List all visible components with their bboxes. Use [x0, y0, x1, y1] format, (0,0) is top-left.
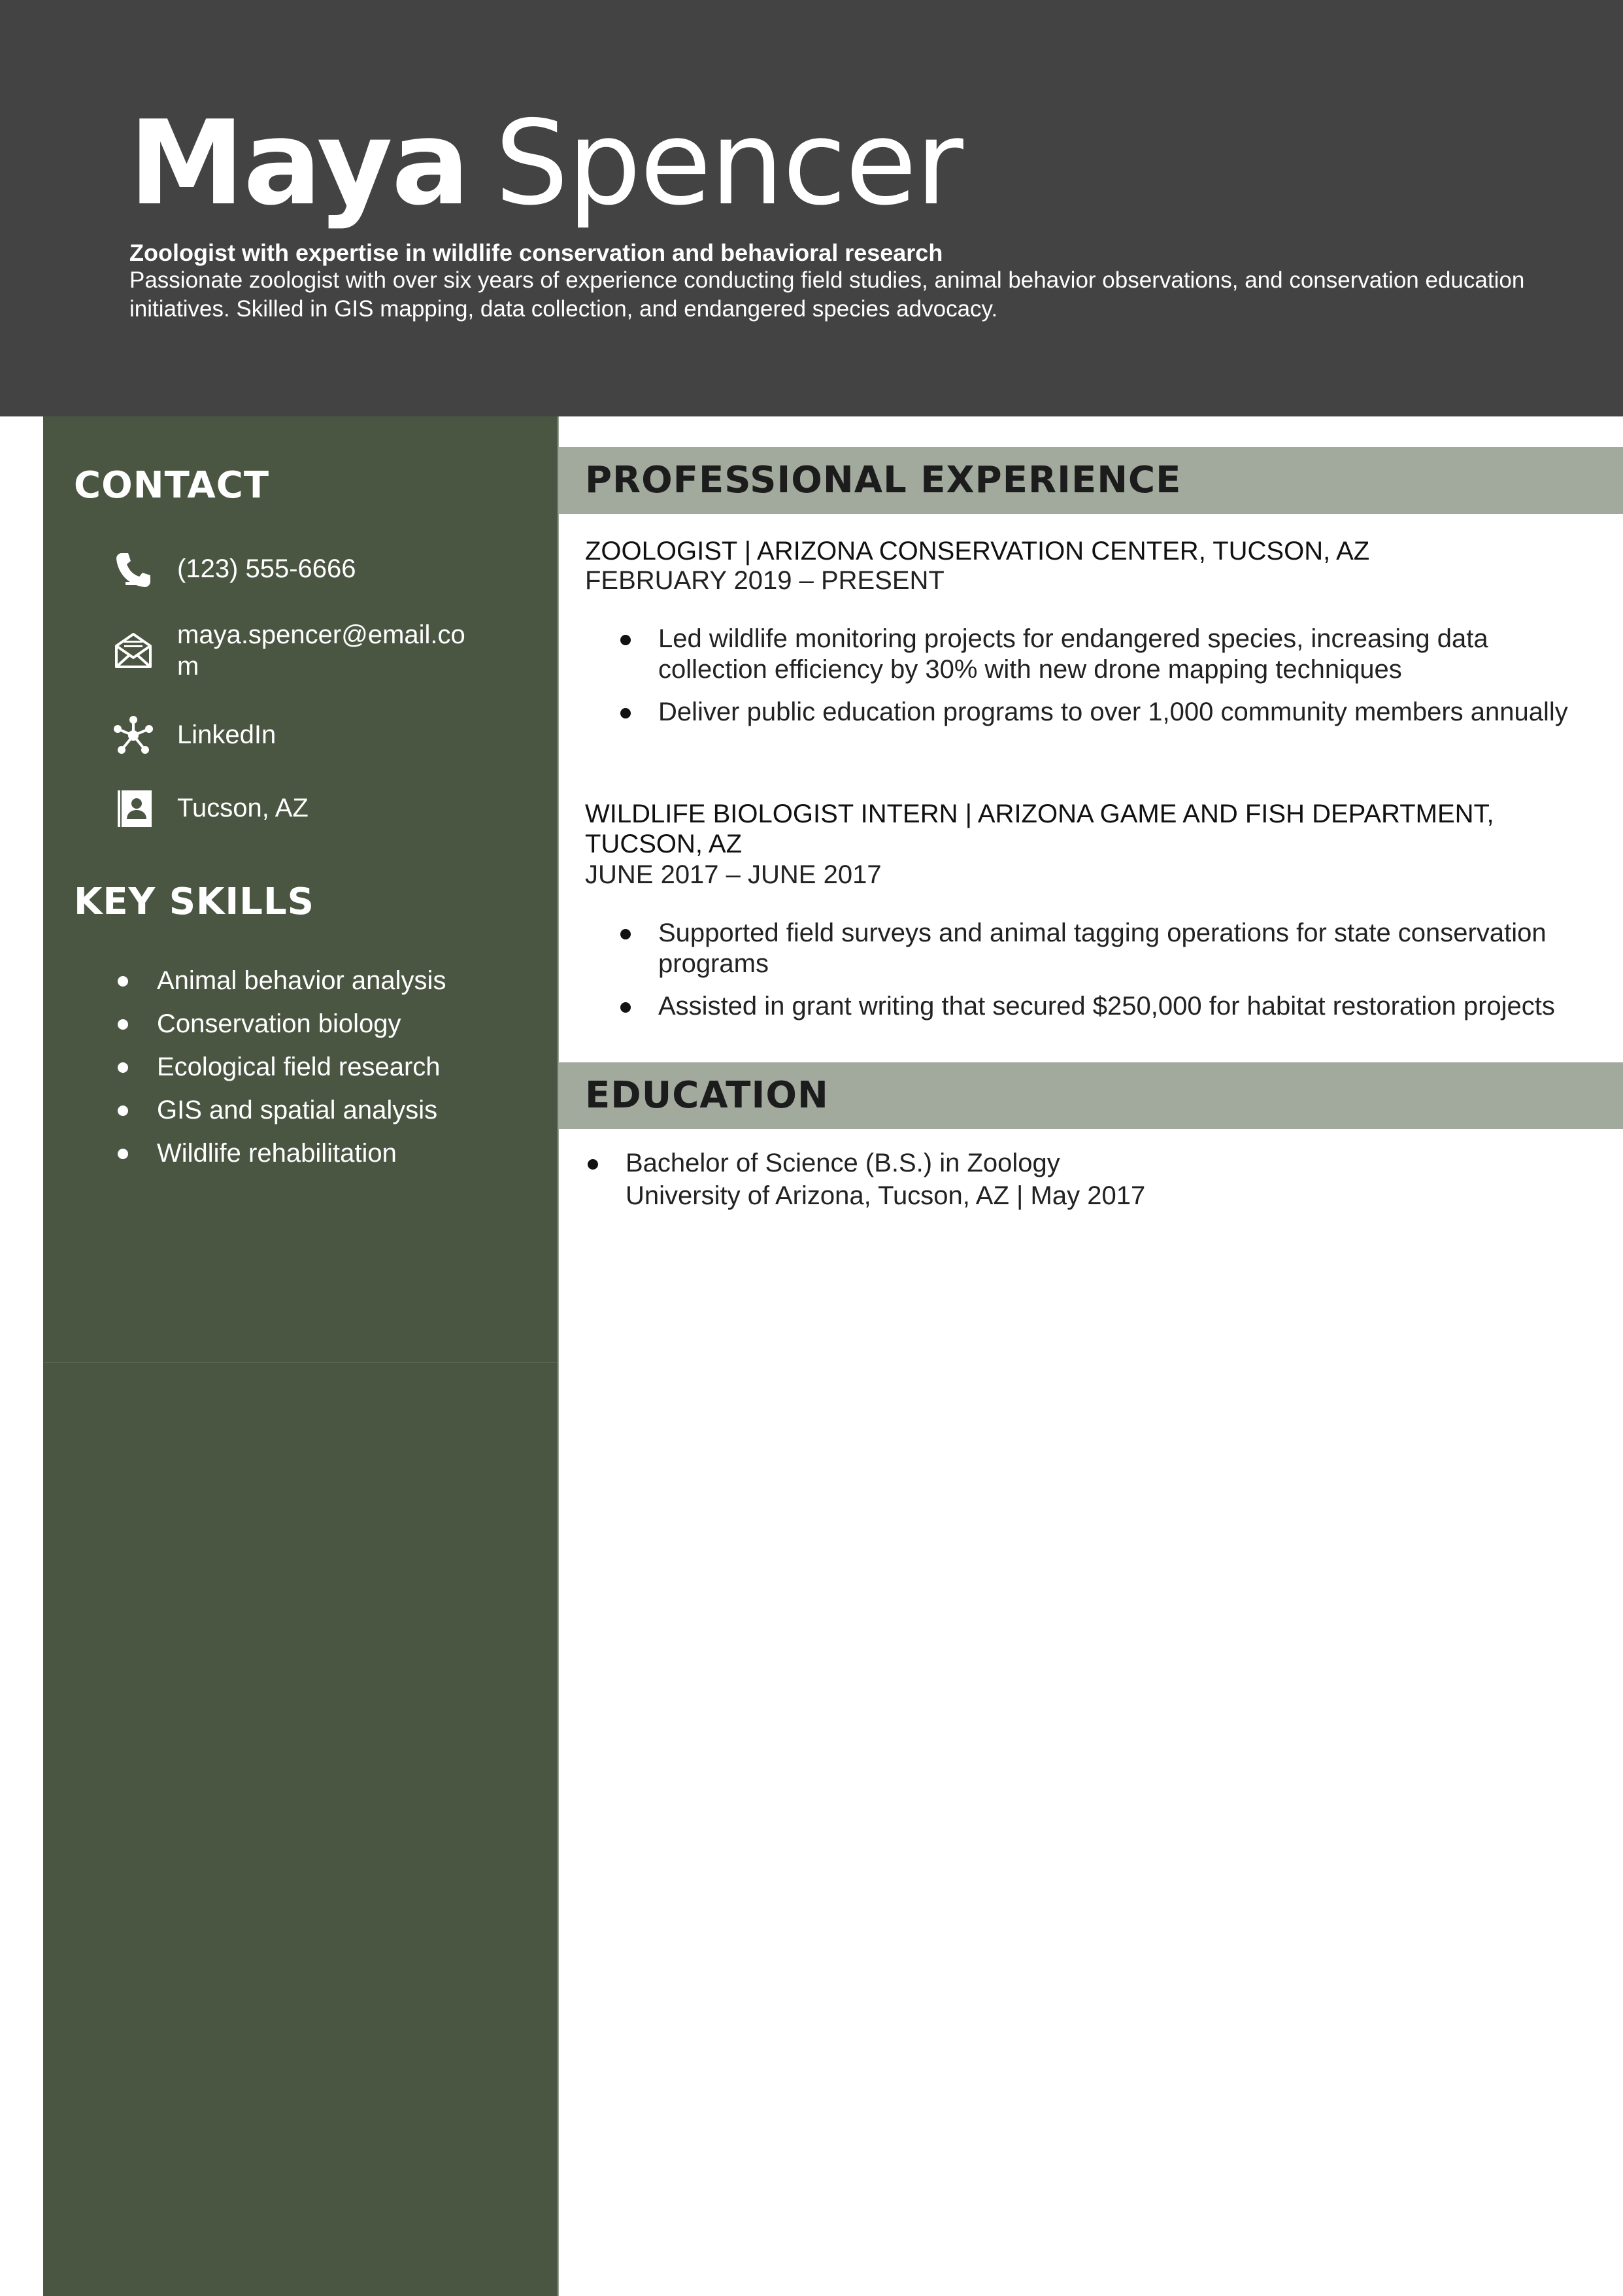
contact-linkedin[interactable]: LinkedIn: [177, 719, 484, 751]
contact-card-icon: [118, 790, 152, 827]
job-dates: JUNE 2017 – JUNE 2017: [585, 860, 882, 889]
contact-heading: CONTACT: [74, 464, 270, 507]
contact-location: Tucson, AZ: [177, 794, 309, 822]
first-name: Maya: [129, 95, 470, 231]
school: University of Arizona, Tucson, AZ | May …: [626, 1181, 1146, 1210]
skills-list: Animal behavior analysis Conservation bi…: [116, 959, 446, 1175]
network-icon: [114, 716, 153, 754]
list-item: Deliver public education programs to ove…: [618, 697, 1598, 728]
last-name: Spencer: [494, 95, 963, 231]
list-item: Bachelor of Science (B.S.) in Zoology Un…: [585, 1147, 1565, 1212]
envelope-icon: [115, 633, 152, 668]
degree: Bachelor of Science (B.S.) in Zoology: [626, 1149, 1060, 1177]
list-item: Wildlife rehabilitation: [116, 1132, 446, 1175]
list-item: Conservation biology: [116, 1002, 446, 1045]
summary: Passionate zoologist with over six years…: [129, 267, 1525, 322]
list-item: Animal behavior analysis: [116, 959, 446, 1002]
list-item: Supported field surveys and animal taggi…: [618, 918, 1598, 979]
experience-heading: PROFESSIONAL EXPERIENCE: [585, 459, 1182, 501]
job-bullets: Supported field surveys and animal taggi…: [618, 918, 1598, 1034]
candidate-name: Maya Spencer: [129, 92, 963, 235]
job-title: WILDLIFE BIOLOGIST INTERN | ARIZONA GAME…: [585, 800, 1494, 858]
job-bullets: Led wildlife monitoring projects for end…: [618, 624, 1598, 739]
education-list: Bachelor of Science (B.S.) in Zoology Un…: [585, 1147, 1565, 1212]
list-item: Ecological field research: [116, 1045, 446, 1089]
list-item: Led wildlife monitoring projects for end…: [618, 624, 1598, 685]
headline: Zoologist with expertise in wildlife con…: [129, 239, 943, 266]
job-dates: FEBRUARY 2019 – PRESENT: [585, 566, 945, 595]
job-title: ZOOLOGIST | ARIZONA CONSERVATION CENTER,…: [585, 537, 1370, 566]
list-item: GIS and spatial analysis: [116, 1089, 446, 1132]
list-item: Assisted in grant writing that secured $…: [618, 991, 1598, 1022]
column-divider: [558, 416, 559, 2296]
contact-phone[interactable]: (123) 555-6666: [177, 553, 484, 584]
sidebar-divider: [43, 1362, 558, 1363]
education-heading: EDUCATION: [585, 1074, 829, 1117]
phone-icon: [116, 553, 150, 587]
sidebar: [43, 416, 558, 2296]
key-skills-heading: KEY SKILLS: [74, 881, 314, 923]
contact-email[interactable]: maya.spencer@email.com: [177, 619, 484, 682]
